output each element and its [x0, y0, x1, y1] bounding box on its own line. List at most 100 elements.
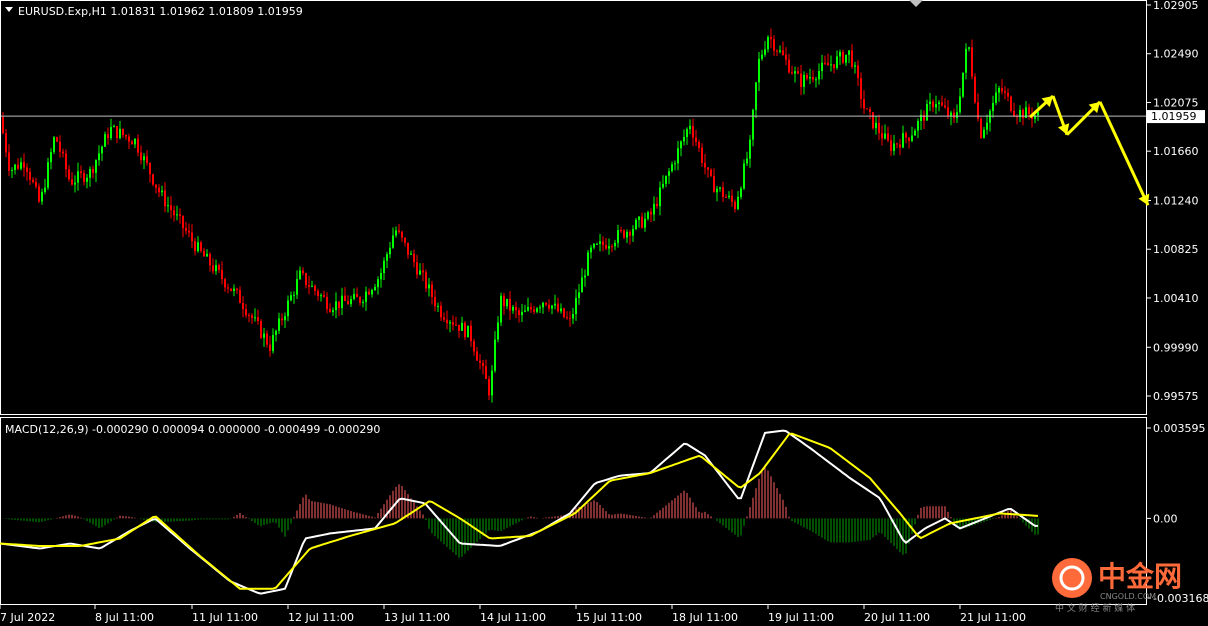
candle-body	[32, 179, 34, 182]
candle-body	[320, 295, 322, 297]
candle-body	[92, 168, 94, 173]
candle-body	[68, 169, 70, 180]
cngold-logo-icon	[1052, 558, 1092, 598]
watermark-sub: CNGOLD.COM	[1100, 592, 1156, 601]
candle-body	[119, 128, 121, 139]
scroll-marker-icon[interactable]	[909, 0, 923, 7]
candle-body	[869, 109, 871, 113]
candle-body	[842, 51, 844, 63]
candle-body	[86, 177, 88, 182]
candle-body	[983, 129, 985, 138]
candle-body	[416, 262, 418, 275]
candle-body	[221, 269, 223, 280]
current-price-label: 1.01959	[1151, 110, 1197, 123]
candle-body	[371, 290, 373, 295]
time-label: 7 Jul 2022	[0, 611, 55, 624]
candle-body	[191, 232, 193, 242]
time-axis: 7 Jul 2022 8 Jul 11:00 11 Jul 11:00 12 Jul …	[0, 605, 1026, 624]
candle-body	[257, 317, 259, 322]
chart-canvas: 1.02905 1.02490 1.02075 1.01660 1.01240 1.008…	[0, 0, 1208, 624]
candle-body	[917, 120, 919, 131]
candle-body	[557, 303, 559, 312]
candle-body	[485, 366, 487, 379]
candle-body	[611, 246, 613, 248]
candle-body	[770, 37, 772, 40]
candle-body	[41, 191, 43, 202]
candle-body	[434, 297, 436, 307]
macd-info: MACD(12,26,9) -0.000290 0.000094 0.00000…	[5, 423, 380, 436]
candle-body	[116, 126, 118, 139]
candle-body	[383, 260, 385, 274]
candle-body	[80, 171, 82, 174]
candle-body	[860, 78, 862, 100]
time-label: 11 Jul 11:00	[192, 611, 258, 624]
candle-body	[362, 301, 364, 303]
candle-body	[821, 62, 823, 72]
candle-body	[911, 135, 913, 141]
candle-body	[938, 102, 940, 105]
price-tick-label: 0.99990	[1153, 341, 1199, 354]
time-label: 8 Jul 11:00	[95, 611, 154, 624]
watermark-brand: 中金网	[1098, 560, 1182, 593]
candle-body	[464, 322, 466, 338]
candle-body	[359, 297, 361, 303]
candle-body	[563, 308, 565, 318]
candle-body	[260, 321, 262, 338]
candle-body	[455, 324, 457, 326]
candle-body	[839, 51, 841, 57]
candle-body	[278, 318, 280, 331]
candle-body	[254, 317, 256, 319]
candle-body	[344, 295, 346, 302]
candle-body	[149, 162, 151, 175]
candle-body	[926, 104, 928, 121]
candle-body	[182, 215, 184, 229]
candle-body	[533, 309, 535, 312]
candle-body	[422, 270, 424, 273]
symbol-menu-icon[interactable]	[5, 7, 13, 12]
candle-body	[50, 152, 52, 163]
candle-body	[23, 162, 25, 168]
candle-body	[998, 88, 1000, 93]
candle-body	[1007, 92, 1009, 97]
time-label: 14 Jul 11:00	[480, 611, 546, 624]
candle-body	[350, 299, 352, 305]
candle-body	[773, 39, 775, 51]
candle-body	[758, 58, 760, 83]
candle-body	[908, 137, 910, 141]
candle-body	[395, 230, 397, 236]
candle-body	[1028, 107, 1030, 115]
candle-body	[644, 218, 646, 228]
candle-body	[368, 291, 370, 295]
candle-body	[47, 162, 49, 188]
macd-tick-label: -0.003168	[1153, 592, 1208, 605]
candle-body	[863, 99, 865, 109]
candle-body	[995, 92, 997, 103]
candle-body	[944, 105, 946, 108]
candle-body	[1022, 109, 1024, 118]
candle-body	[746, 158, 748, 164]
candle-body	[98, 153, 100, 161]
candle-body	[302, 270, 304, 274]
time-label: 18 Jul 11:00	[672, 611, 738, 624]
candle-body	[515, 306, 517, 311]
candle-body	[824, 62, 826, 64]
candle-body	[89, 168, 91, 178]
candle-body	[815, 79, 817, 81]
candle-body	[380, 273, 382, 280]
candle-body	[560, 308, 562, 312]
candle-body	[428, 284, 430, 289]
candle-body	[641, 216, 643, 228]
candle-body	[173, 210, 175, 216]
candle-body	[713, 175, 715, 193]
candle-body	[206, 253, 208, 257]
candle-body	[953, 112, 955, 119]
candle-body	[866, 108, 868, 110]
candle-body	[353, 293, 355, 300]
candle-body	[707, 167, 709, 170]
candle-body	[830, 64, 832, 66]
candle-body	[467, 325, 469, 338]
candle-body	[674, 163, 676, 165]
candle-body	[386, 254, 388, 261]
candle-body	[95, 160, 97, 173]
candle-body	[44, 187, 46, 192]
